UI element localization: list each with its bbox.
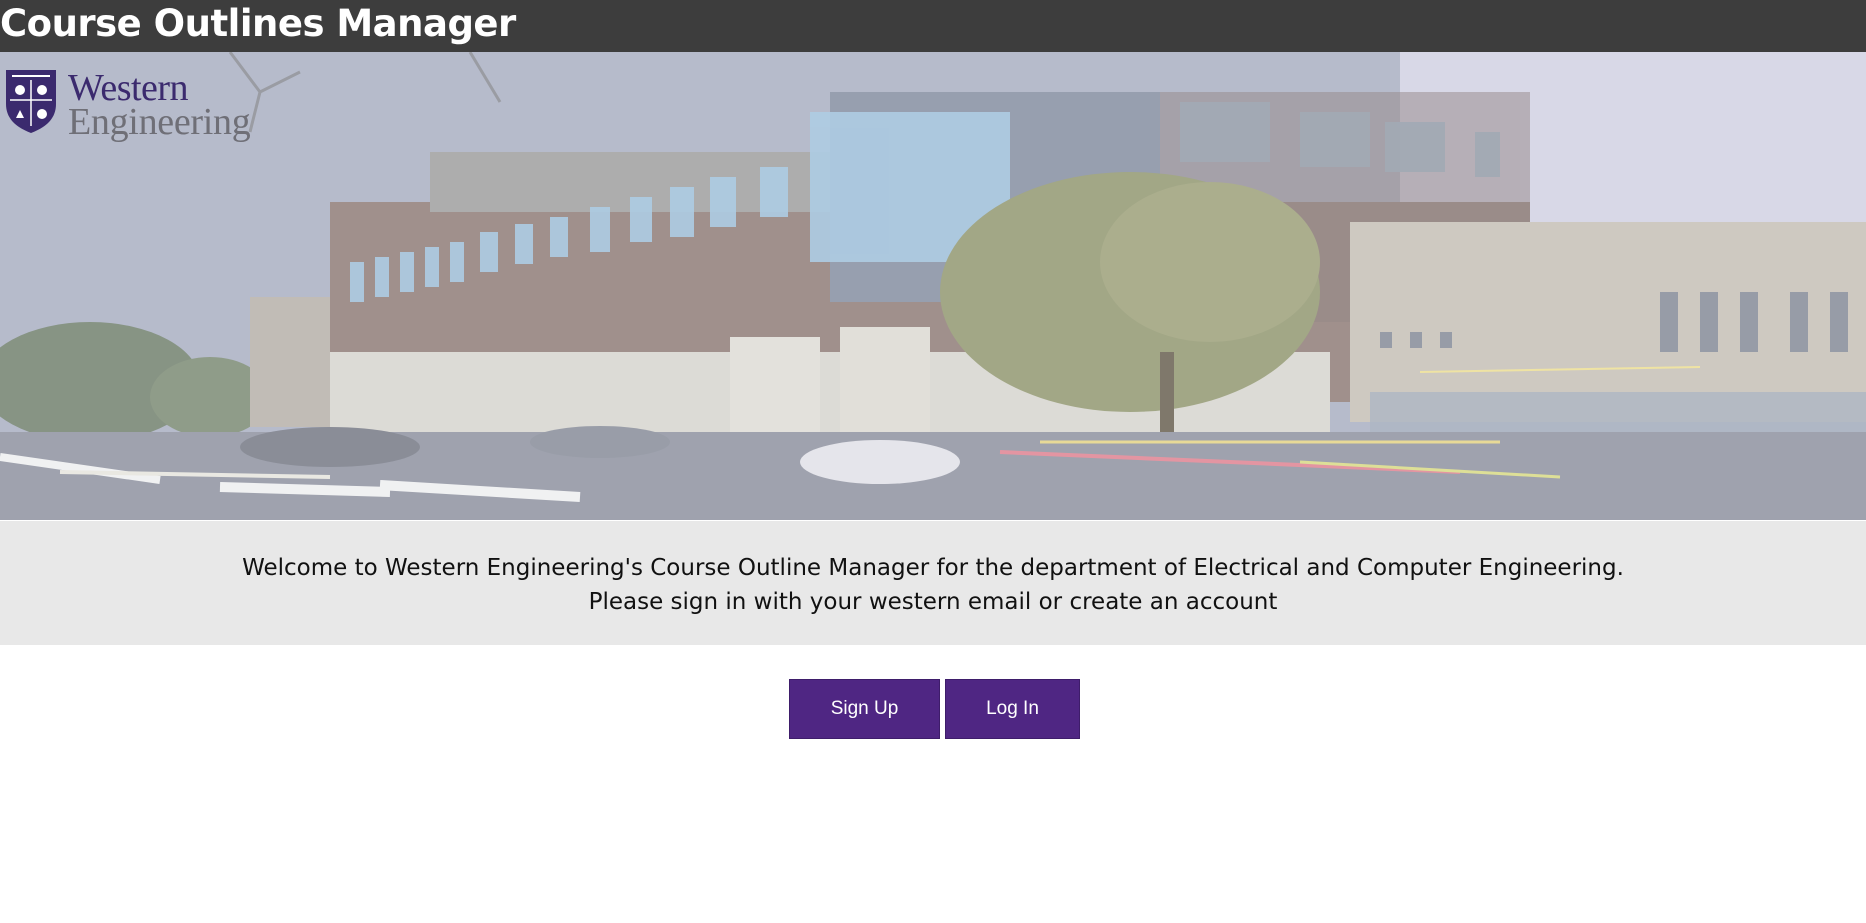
crest-icon: [6, 70, 56, 133]
welcome-banner: Welcome to Western Engineering's Course …: [0, 521, 1866, 645]
logo-text-engineering: Engineering: [68, 101, 251, 143]
sign-up-button[interactable]: Sign Up: [789, 679, 940, 739]
hero-banner: Western Engineering: [0, 52, 1866, 520]
signin-instructions: Please sign in with your western email o…: [588, 589, 1278, 615]
auth-actions: Sign Up Log In: [789, 679, 1080, 739]
page-title: Course Outlines Manager: [0, 2, 516, 45]
welcome-message: Welcome to Western Engineering's Course …: [242, 555, 1624, 581]
western-engineering-logo: Western Engineering: [4, 66, 284, 146]
log-in-button[interactable]: Log In: [945, 679, 1080, 739]
app-header: Course Outlines Manager: [0, 0, 1866, 52]
